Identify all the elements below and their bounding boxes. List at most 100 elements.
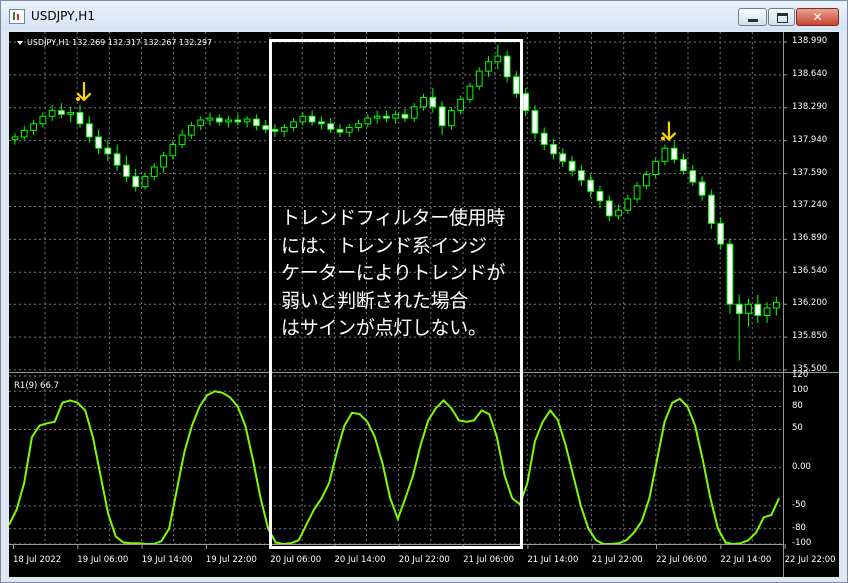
candle-body: [633, 185, 641, 200]
candle-body: [327, 123, 335, 130]
candle-body: [670, 147, 678, 160]
candle-body: [188, 125, 195, 136]
candle-body: [698, 181, 706, 196]
candle-body: [318, 121, 325, 125]
signal-arrow-icon: [76, 81, 92, 102]
candle-body: [225, 119, 232, 123]
indicator-tick-label: 0.00: [792, 461, 811, 472]
candle-body: [262, 125, 270, 130]
candle-body: [772, 301, 780, 309]
chart-area[interactable]: USDJPY,H1 132.269 132.317 132.267 132.29…: [8, 32, 839, 577]
candle-body: [568, 160, 576, 172]
candle-body: [457, 98, 465, 112]
indicator-tick-label: -100: [792, 538, 812, 548]
candle-body: [717, 222, 725, 245]
candle-body: [48, 110, 56, 117]
candle-body: [745, 303, 752, 315]
candle-body: [577, 170, 585, 181]
time-tick-label: 20 Jul 14:00: [334, 555, 386, 565]
candle-body: [290, 121, 297, 129]
candle-body: [466, 85, 474, 100]
signal-arrow-icon: [661, 121, 677, 141]
indicator-tick-label: 120: [792, 370, 809, 380]
candle-body: [141, 175, 149, 188]
close-button[interactable]: ✕: [796, 8, 839, 26]
candle-body: [308, 115, 316, 123]
symbol-info: USDJPY,H1 132.269 132.317 132.267 132.29…: [27, 38, 213, 47]
candle-body: [169, 143, 177, 157]
time-tick-label: 22 Jul 06:00: [656, 555, 707, 565]
maximize-button[interactable]: [768, 8, 795, 26]
candle-body: [438, 106, 446, 127]
candle-body: [410, 106, 418, 119]
candle-body: [392, 113, 400, 119]
candle-body: [345, 127, 353, 133]
candle-body: [680, 158, 687, 172]
price-tick-label: 137.940: [792, 134, 828, 145]
minimize-button[interactable]: [738, 8, 767, 26]
time-tick-label: 21 Jul 22:00: [591, 555, 643, 565]
candle-body: [735, 303, 743, 315]
candle-body: [522, 93, 530, 112]
price-tick-label: 138.990: [792, 36, 828, 46]
candle-body: [707, 194, 715, 224]
indicator-label: R1(9) 66.7: [14, 381, 59, 391]
candle-body: [364, 117, 372, 125]
candle-body: [596, 190, 604, 202]
chart-window: USDJPY,H1 ✕ USDJPY,H1 132.269 132.317 13…: [0, 0, 848, 583]
indicator-tick-label: -50: [792, 499, 806, 510]
candle-body: [39, 115, 47, 125]
candle-body: [485, 61, 492, 72]
price-tick-label: 137.590: [792, 167, 828, 178]
candle-body: [401, 113, 409, 119]
candle-body: [234, 119, 242, 123]
candle-body: [123, 164, 130, 177]
candle-body: [271, 128, 279, 132]
chart-app-icon: [9, 9, 25, 24]
price-tick-label: 135.850: [792, 331, 828, 342]
annotation-text: トレンドフィルター使用時 には、トレンド系インジ ケーターによりトレンドが 弱い…: [281, 207, 506, 340]
time-tick-label: 21 Jul 14:00: [527, 555, 579, 565]
candle-body: [587, 179, 595, 192]
candle-body: [206, 117, 214, 121]
candle-body: [642, 174, 650, 187]
candle-body: [299, 115, 307, 123]
price-tick-label: 137.240: [792, 200, 828, 211]
candle-body: [20, 129, 28, 138]
candle-body: [615, 209, 622, 217]
candle-body: [215, 117, 223, 123]
candle-body: [336, 128, 344, 133]
title-bar[interactable]: USDJPY,H1 ✕: [1, 1, 847, 31]
indicator-tick-label: -80: [792, 522, 806, 533]
close-icon: ✕: [812, 10, 823, 24]
time-tick-label: 22 Jul 22:00: [784, 555, 836, 565]
candle-body: [11, 136, 19, 141]
candle-body: [689, 170, 697, 183]
candle-body: [104, 147, 112, 155]
candle-body: [513, 76, 520, 95]
candle-body: [132, 175, 140, 188]
price-tick-label: 138.640: [792, 68, 828, 79]
candle-body: [95, 136, 102, 149]
price-tick-label: 136.890: [792, 233, 828, 244]
candle-body: [253, 118, 260, 127]
signal-dot: [660, 136, 665, 141]
candle-body: [540, 132, 548, 145]
time-tick-label: 18 Jul 2022: [13, 555, 62, 565]
candle-body: [503, 55, 511, 78]
candle-body: [494, 55, 502, 63]
indicator-tick-label: 100: [792, 385, 809, 396]
candle-body: [58, 110, 65, 115]
candle-body: [355, 123, 362, 129]
candle-body: [531, 110, 539, 134]
candle-body: [280, 127, 288, 132]
indicator-tick-label: 50: [792, 423, 803, 434]
candle-body: [113, 153, 121, 166]
window-title: USDJPY,H1: [31, 9, 95, 23]
candle-body: [160, 155, 167, 168]
candle-body: [420, 96, 427, 108]
candle-body: [448, 110, 455, 127]
time-tick-label: 22 Jul 14:00: [720, 555, 772, 565]
info-dropdown-icon[interactable]: [17, 41, 23, 45]
time-tick-label: 19 Jul 22:00: [205, 555, 257, 565]
